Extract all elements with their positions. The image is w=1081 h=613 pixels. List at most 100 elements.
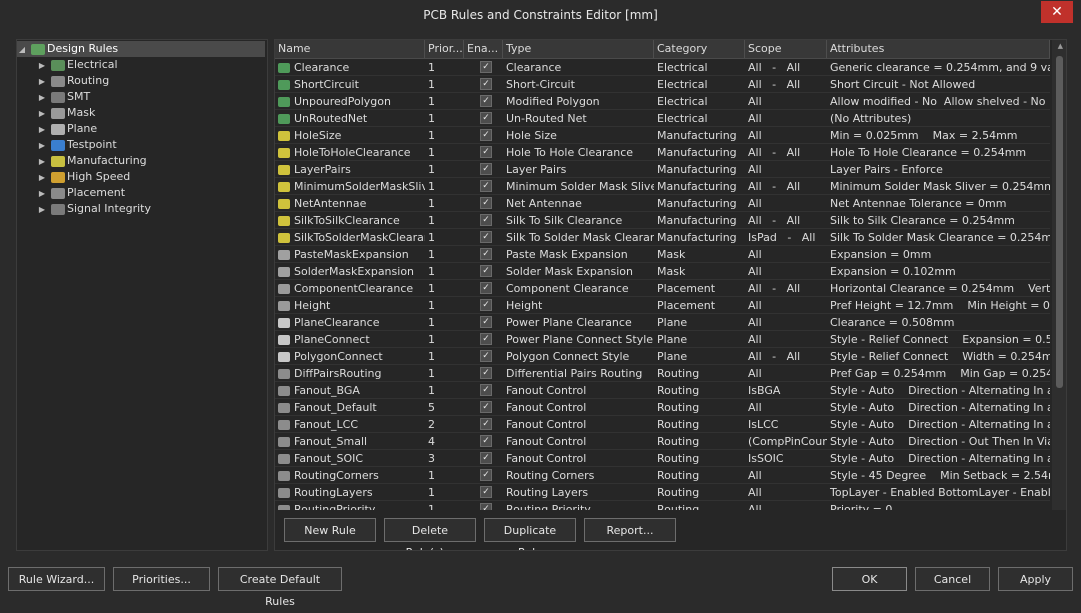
- expand-arrow-icon[interactable]: ▶: [37, 202, 47, 218]
- routing-rule-icon: [278, 437, 290, 447]
- scroll-up-icon[interactable]: ▲: [1058, 42, 1063, 50]
- rule-enabled-checkbox[interactable]: ✓: [480, 180, 492, 192]
- table-row[interactable]: ShortCircuit 1 ✓ Short-Circuit Electrical All…: [275, 76, 1050, 93]
- rule-enabled-checkbox[interactable]: ✓: [480, 231, 492, 243]
- expand-arrow-icon[interactable]: ▶: [37, 90, 47, 106]
- table-row[interactable]: Fanout_SOIC 3 ✓ Fanout Control Routing IsSOIC…: [275, 450, 1050, 467]
- rule-enabled-checkbox[interactable]: ✓: [480, 401, 492, 413]
- create-default-rules-button[interactable]: Create Default Rules: [218, 567, 342, 608]
- table-row[interactable]: RoutingPriority 1 ✓ Routing Priority Routing…: [275, 501, 1050, 510]
- rule-wizard-button[interactable]: Rule Wizard...: [8, 567, 105, 591]
- table-row[interactable]: Fanout_LCC 2 ✓ Fanout Control Routing IsLCC St…: [275, 416, 1050, 433]
- tree-item-placement[interactable]: ▶ Placement: [37, 185, 125, 201]
- rule-enabled-checkbox[interactable]: ✓: [480, 333, 492, 345]
- table-row[interactable]: ComponentClearance 1 ✓ Component Clearance P…: [275, 280, 1050, 297]
- rule-enabled-checkbox[interactable]: ✓: [480, 469, 492, 481]
- column-header-1[interactable]: Prior...: [425, 40, 464, 58]
- rule-enabled-checkbox[interactable]: ✓: [480, 367, 492, 379]
- close-icon: ✕: [1051, 4, 1063, 20]
- rule-enabled-checkbox[interactable]: ✓: [480, 350, 492, 362]
- table-row[interactable]: UnpouredPolygon 1 ✓ Modified Polygon Electri…: [275, 93, 1050, 110]
- duplicate-rule-button[interactable]: Duplicate Rule: [484, 518, 576, 550]
- expand-arrow-icon[interactable]: ▶: [37, 74, 47, 90]
- expand-arrow-icon[interactable]: ▶: [37, 186, 47, 202]
- column-header-0[interactable]: Name: [275, 40, 425, 58]
- rule-enabled-checkbox[interactable]: ✓: [480, 61, 492, 73]
- rule-enabled-checkbox[interactable]: ✓: [480, 112, 492, 124]
- expand-arrow-icon[interactable]: ▶: [37, 170, 47, 186]
- rule-enabled-checkbox[interactable]: ✓: [480, 129, 492, 141]
- rule-enabled-checkbox[interactable]: ✓: [480, 78, 492, 90]
- rule-enabled-checkbox[interactable]: ✓: [480, 163, 492, 175]
- expand-arrow-icon[interactable]: ▶: [37, 58, 47, 74]
- table-row[interactable]: Fanout_BGA 1 ✓ Fanout Control Routing IsBGA St…: [275, 382, 1050, 399]
- table-row[interactable]: SolderMaskExpansion 1 ✓ Solder Mask Expansi…: [275, 263, 1050, 280]
- collapse-arrow-icon[interactable]: ◢: [17, 42, 27, 58]
- table-row[interactable]: HoleToHoleClearance 1 ✓ Hole To Hole Cleara…: [275, 144, 1050, 161]
- tree-item-mask[interactable]: ▶ Mask: [37, 105, 95, 121]
- table-row[interactable]: Fanout_Small 4 ✓ Fanout Control Routing (Comp…: [275, 433, 1050, 450]
- delete-rule-button[interactable]: Delete Rule(s)...: [384, 518, 476, 550]
- report-button[interactable]: Report...: [584, 518, 676, 542]
- table-row[interactable]: SilkToSilkClearance 1 ✓ Silk To Silk Cleara…: [275, 212, 1050, 229]
- column-header-3[interactable]: Type: [503, 40, 654, 58]
- expand-arrow-icon[interactable]: ▶: [37, 138, 47, 154]
- rule-enabled-checkbox[interactable]: ✓: [480, 418, 492, 430]
- rule-enabled-checkbox[interactable]: ✓: [480, 299, 492, 311]
- rule-enabled-checkbox[interactable]: ✓: [480, 197, 492, 209]
- table-row[interactable]: HoleSize 1 ✓ Hole Size Manufacturing All Min =…: [275, 127, 1050, 144]
- rule-enabled-checkbox[interactable]: ✓: [480, 265, 492, 277]
- tree-item-high-speed[interactable]: ▶ High Speed: [37, 169, 130, 185]
- table-row[interactable]: MinimumSolderMaskSliver 1 ✓ Minimum Solder …: [275, 178, 1050, 195]
- scrollbar-thumb[interactable]: [1056, 56, 1063, 388]
- rule-enabled-checkbox[interactable]: ✓: [480, 316, 492, 328]
- column-header-5[interactable]: Scope: [745, 40, 827, 58]
- rule-enabled-checkbox[interactable]: ✓: [480, 214, 492, 226]
- column-header-2[interactable]: Ena...: [464, 40, 503, 58]
- table-row[interactable]: UnRoutedNet 1 ✓ Un-Routed Net Electrical All (…: [275, 110, 1050, 127]
- expand-arrow-icon[interactable]: ▶: [37, 122, 47, 138]
- expand-arrow-icon[interactable]: ▶: [37, 154, 47, 170]
- vertical-scrollbar[interactable]: ▲: [1052, 40, 1066, 510]
- tree-item-manufacturing[interactable]: ▶ Manufacturing: [37, 153, 147, 169]
- rule-enabled-checkbox[interactable]: ✓: [480, 503, 492, 510]
- table-row[interactable]: RoutingLayers 1 ✓ Routing Layers Routing All T…: [275, 484, 1050, 501]
- table-row[interactable]: DiffPairsRouting 1 ✓ Differential Pairs Rou…: [275, 365, 1050, 382]
- new-rule-button[interactable]: New Rule: [284, 518, 376, 542]
- rule-enabled-checkbox[interactable]: ✓: [480, 282, 492, 294]
- tree-item-routing[interactable]: ▶ Routing: [37, 73, 109, 89]
- rule-enabled-checkbox[interactable]: ✓: [480, 435, 492, 447]
- table-row[interactable]: PolygonConnect 1 ✓ Polygon Connect Style Pla…: [275, 348, 1050, 365]
- tree-item-electrical[interactable]: ▶ Electrical: [37, 57, 118, 73]
- tree-item-plane[interactable]: ▶ Plane: [37, 121, 97, 137]
- tree-item-testpoint[interactable]: ▶ Testpoint: [37, 137, 117, 153]
- cancel-button[interactable]: Cancel: [915, 567, 990, 591]
- tree-root-design-rules[interactable]: ◢ Design Rules: [17, 41, 265, 57]
- table-row[interactable]: NetAntennae 1 ✓ Net Antennae Manufacturing Al…: [275, 195, 1050, 212]
- column-header-6[interactable]: Attributes: [827, 40, 1050, 58]
- table-row[interactable]: PasteMaskExpansion 1 ✓ Paste Mask Expansion…: [275, 246, 1050, 263]
- priorities-button[interactable]: Priorities...: [113, 567, 210, 591]
- rule-name-cell: Height: [275, 297, 425, 314]
- expand-arrow-icon[interactable]: ▶: [37, 106, 47, 122]
- rule-enabled-checkbox[interactable]: ✓: [480, 486, 492, 498]
- table-row[interactable]: Clearance 1 ✓ Clearance Electrical All - All G…: [275, 59, 1050, 76]
- tree-item-smt[interactable]: ▶ SMT: [37, 89, 90, 105]
- tree-item-signal-integrity[interactable]: ▶ Signal Integrity: [37, 201, 151, 217]
- table-row[interactable]: RoutingCorners 1 ✓ Routing Corners Routing Al…: [275, 467, 1050, 484]
- table-row[interactable]: PlaneConnect 1 ✓ Power Plane Connect Style P…: [275, 331, 1050, 348]
- apply-button[interactable]: Apply: [998, 567, 1073, 591]
- rule-enabled-checkbox[interactable]: ✓: [480, 452, 492, 464]
- rule-enabled-checkbox[interactable]: ✓: [480, 146, 492, 158]
- rule-enabled-checkbox[interactable]: ✓: [480, 384, 492, 396]
- table-row[interactable]: SilkToSolderMaskClearance1 ✓ Silk To Solde…: [275, 229, 1050, 246]
- ok-button[interactable]: OK: [832, 567, 907, 591]
- rule-enabled-checkbox[interactable]: ✓: [480, 95, 492, 107]
- close-button[interactable]: ✕: [1041, 1, 1073, 23]
- table-row[interactable]: Fanout_Default 5 ✓ Fanout Control Routing All…: [275, 399, 1050, 416]
- table-row[interactable]: PlaneClearance 1 ✓ Power Plane Clearance Pla…: [275, 314, 1050, 331]
- column-header-4[interactable]: Category: [654, 40, 745, 58]
- table-row[interactable]: Height 1 ✓ Height Placement All Pref Height = …: [275, 297, 1050, 314]
- rule-enabled-checkbox[interactable]: ✓: [480, 248, 492, 260]
- table-row[interactable]: LayerPairs 1 ✓ Layer Pairs Manufacturing All L…: [275, 161, 1050, 178]
